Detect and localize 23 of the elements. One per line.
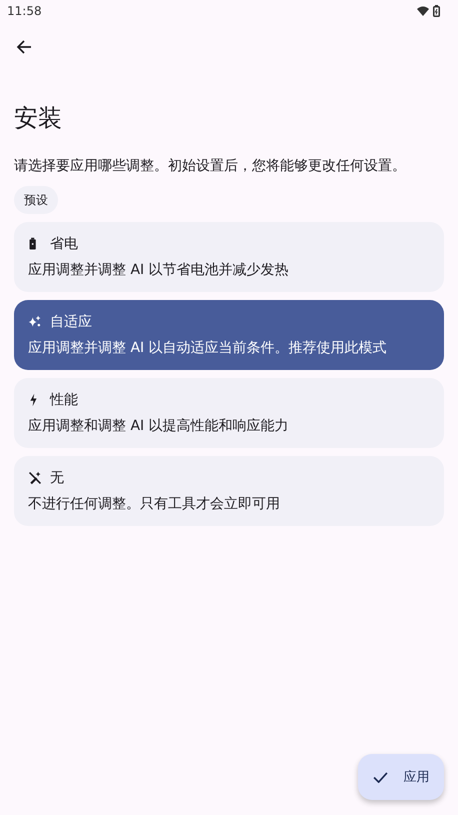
back-icon[interactable] (16, 39, 32, 55)
option-description: 应用调整并调整 AI 以自动适应当前条件。推荐使用此模式 (28, 339, 388, 357)
option-description: 应用调整并调整 AI 以节省电池并减少发热 (28, 261, 290, 279)
option-title: 自适应 (50, 313, 92, 331)
battery-icon (433, 5, 440, 17)
option-title: 无 (50, 469, 64, 487)
option-card[interactable]: 无 不进行任何调整。只有工具才会立即可用 (14, 456, 444, 526)
check-icon (372, 772, 388, 782)
sparkle-icon (28, 315, 42, 329)
option-title: 省电 (50, 235, 78, 253)
apply-button[interactable]: 应用 (358, 754, 444, 800)
option-card[interactable]: 省电 应用调整并调整 AI 以节省电池并减少发热 (14, 222, 444, 292)
crossed-wand-icon (28, 471, 42, 485)
wifi-icon (417, 6, 429, 16)
option-card[interactable]: 自适应 应用调整并调整 AI 以自动适应当前条件。推荐使用此模式 (14, 300, 444, 370)
option-description: 应用调整和调整 AI 以提高性能和响应能力 (28, 417, 290, 435)
status-time: 11:58 (7, 4, 42, 18)
preset-chip: 预设 (14, 186, 58, 214)
option-description: 不进行任何调整。只有工具才会立即可用 (28, 495, 281, 513)
option-title: 性能 (50, 391, 78, 409)
option-card[interactable]: 性能 应用调整和调整 AI 以提高性能和响应能力 (14, 378, 444, 448)
page-title: 安装 (14, 103, 63, 134)
description-text: 请选择要应用哪些调整。初始设置后，您将能够更改任何设置。 (14, 157, 407, 176)
